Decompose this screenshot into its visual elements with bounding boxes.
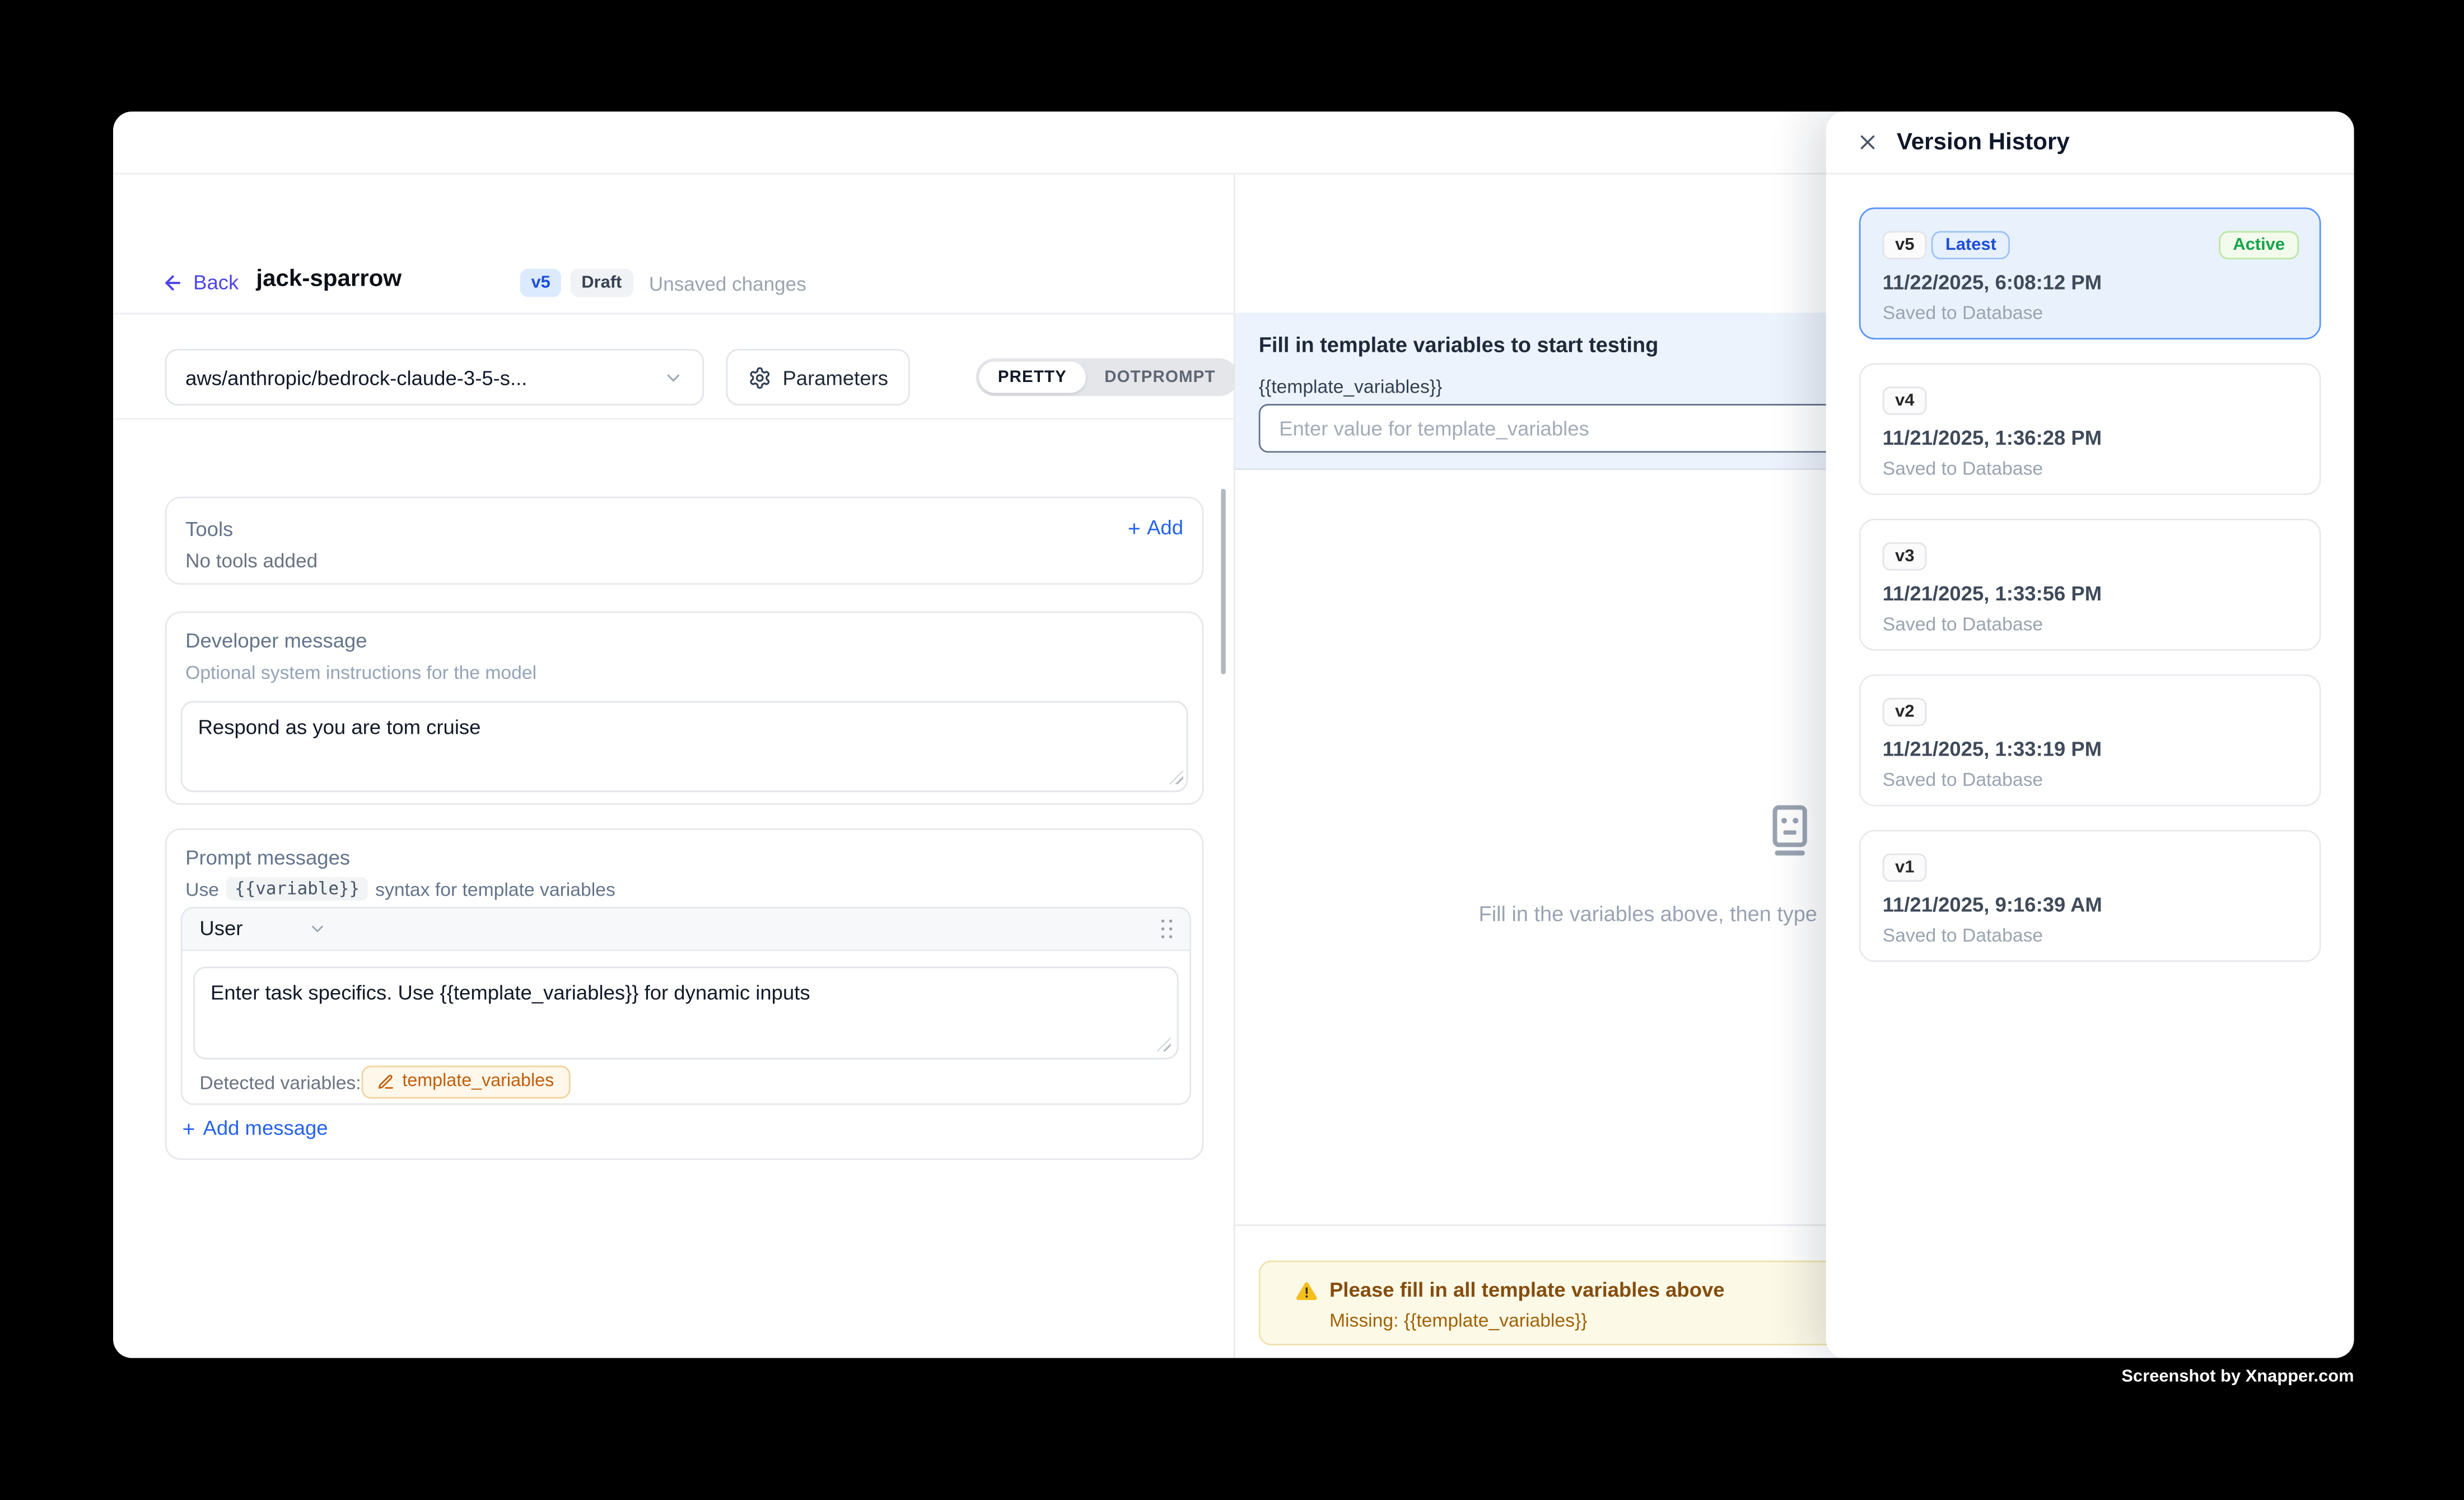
draft-badge: Draft: [571, 269, 633, 297]
template-variable-name: template_variables: [402, 1072, 554, 1091]
developer-message-textarea[interactable]: Respond as you are tom cruise: [181, 701, 1188, 793]
add-message-label: Add message: [203, 1116, 328, 1139]
version-history-header: Version History: [1826, 111, 2354, 174]
version-status: Saved to Database: [1883, 924, 2043, 946]
version-status: Saved to Database: [1883, 613, 2043, 635]
developer-message-card: Developer message Optional system instru…: [165, 612, 1204, 805]
version-status: Saved to Database: [1883, 458, 2043, 479]
watermark: Screenshot by Xnapper.com: [113, 1367, 2354, 1386]
back-label: Back: [193, 271, 239, 294]
role-select[interactable]: User: [199, 916, 328, 940]
version-timestamp: 11/21/2025, 1:33:19 PM: [1883, 737, 2102, 761]
version-number-badge: v5: [1883, 231, 1927, 259]
version-timestamp: 11/21/2025, 1:33:56 PM: [1883, 581, 2102, 605]
version-history-title: Version History: [1897, 129, 2070, 156]
version-number-badge: v1: [1883, 854, 1927, 882]
version-timestamp: 11/21/2025, 9:16:39 AM: [1883, 893, 2102, 916]
app-window: Back jack-sparrow v5 Draft Unsaved chang…: [113, 111, 2354, 1358]
warning-title: Please fill in all template variables ab…: [1329, 1278, 1725, 1301]
version-card-v5[interactable]: v5 Latest Active 11/22/2025, 6:08:12 PM …: [1859, 207, 2321, 339]
gear-icon: [748, 365, 772, 389]
model-toolbar: aws/anthropic/bedrock-claude-3-5-s... Pa…: [113, 316, 1235, 420]
version-status: Saved to Database: [1883, 768, 2043, 790]
version-card-v2[interactable]: v2 11/21/2025, 1:33:19 PM Saved to Datab…: [1859, 674, 2321, 807]
chevron-down-icon: [309, 919, 328, 938]
version-timestamp: 11/22/2025, 6:08:12 PM: [1883, 271, 2102, 294]
prompt-messages-hint: Use {{variable}} syntax for template var…: [185, 877, 615, 901]
bot-icon: [1760, 800, 1820, 860]
arrow-left-icon: [162, 271, 184, 293]
active-badge: Active: [2219, 231, 2299, 259]
scrollbar-thumb[interactable]: [1221, 489, 1225, 674]
prompt-messages-card: Prompt messages Use {{variable}} syntax …: [165, 828, 1204, 1160]
toggle-dotprompt[interactable]: DOTPROMPT: [1086, 361, 1235, 393]
format-toggle: PRETTY DOTPROMPT: [976, 358, 1238, 396]
tools-title: Tools: [185, 517, 233, 541]
close-icon[interactable]: [1856, 131, 1879, 154]
detected-variables-label: Detected variables:: [199, 1072, 361, 1094]
screen: Back jack-sparrow v5 Draft Unsaved chang…: [0, 0, 2464, 1500]
add-message-button[interactable]: + Add message: [183, 1116, 328, 1139]
developer-message-title: Developer message: [185, 628, 367, 652]
model-select[interactable]: aws/anthropic/bedrock-claude-3-5-s...: [165, 349, 704, 406]
version-number-badge: v4: [1883, 386, 1927, 415]
toggle-pretty[interactable]: PRETTY: [979, 361, 1085, 393]
parameters-label: Parameters: [782, 365, 888, 389]
back-button[interactable]: Back: [162, 271, 239, 294]
parameters-button[interactable]: Parameters: [726, 349, 910, 406]
version-number-badge: v3: [1883, 542, 1927, 571]
message-block: User Enter task specifics. Use {{templat…: [181, 907, 1191, 1105]
page-title: jack-sparrow: [256, 265, 402, 292]
pencil-icon: [377, 1073, 394, 1090]
hint-prefix: Use: [185, 878, 219, 900]
version-timestamp: 11/21/2025, 1:36:28 PM: [1883, 426, 2102, 449]
variable-syntax-chip: {{variable}}: [227, 877, 367, 901]
add-tool-label: Add: [1147, 515, 1183, 539]
fill-variables-title: Fill in template variables to start test…: [1259, 333, 1659, 357]
role-select-value: User: [199, 916, 242, 940]
plus-icon: +: [183, 1117, 195, 1139]
version-card-v4[interactable]: v4 11/21/2025, 1:36:28 PM Saved to Datab…: [1859, 363, 2321, 495]
prompt-messages-title: Prompt messages: [185, 846, 350, 869]
editor-scroll-area: Tools + Add No tools added Developer mes…: [113, 420, 1235, 1358]
tools-empty-text: No tools added: [185, 550, 318, 572]
breadcrumb-row: Back jack-sparrow v5 Draft Unsaved chang…: [113, 251, 1235, 314]
latest-badge: Latest: [1931, 231, 2010, 259]
template-variable-chip[interactable]: template_variables: [361, 1065, 570, 1098]
plus-icon: +: [1128, 516, 1141, 538]
message-header: User: [183, 909, 1190, 951]
template-variable-label: {{template_variables}}: [1259, 376, 1443, 398]
model-select-value: aws/anthropic/bedrock-claude-3-5-s...: [185, 365, 663, 389]
version-number-badge: v2: [1883, 698, 1927, 726]
warning-icon: [1295, 1279, 1318, 1303]
add-tool-button[interactable]: + Add: [1128, 515, 1183, 539]
message-textarea[interactable]: Enter task specifics. Use {{template_var…: [193, 967, 1178, 1060]
warning-missing-text: Missing: {{template_variables}}: [1329, 1309, 1588, 1331]
chevron-down-icon: [663, 367, 683, 387]
hint-suffix: syntax for template variables: [375, 878, 615, 900]
drag-handle-icon[interactable]: [1161, 920, 1174, 940]
tools-card: Tools + Add No tools added: [165, 497, 1204, 585]
version-badge: v5: [520, 269, 562, 297]
prompt-editor-column: Back jack-sparrow v5 Draft Unsaved chang…: [113, 174, 1235, 1358]
version-status: Saved to Database: [1883, 302, 2043, 324]
version-card-v3[interactable]: v3 11/21/2025, 1:33:56 PM Saved to Datab…: [1859, 519, 2321, 651]
version-history-panel: Version History v5 Latest Active 11/22/2…: [1826, 111, 2354, 1358]
empty-state-text: Fill in the variables above, then type: [1479, 902, 1817, 926]
developer-message-subtitle: Optional system instructions for the mod…: [185, 662, 536, 683]
message-footer: Detected variables: template_variables: [183, 1061, 1190, 1103]
unsaved-changes-label: Unsaved changes: [649, 273, 806, 295]
version-card-v1[interactable]: v1 11/21/2025, 9:16:39 AM Saved to Datab…: [1859, 830, 2321, 962]
